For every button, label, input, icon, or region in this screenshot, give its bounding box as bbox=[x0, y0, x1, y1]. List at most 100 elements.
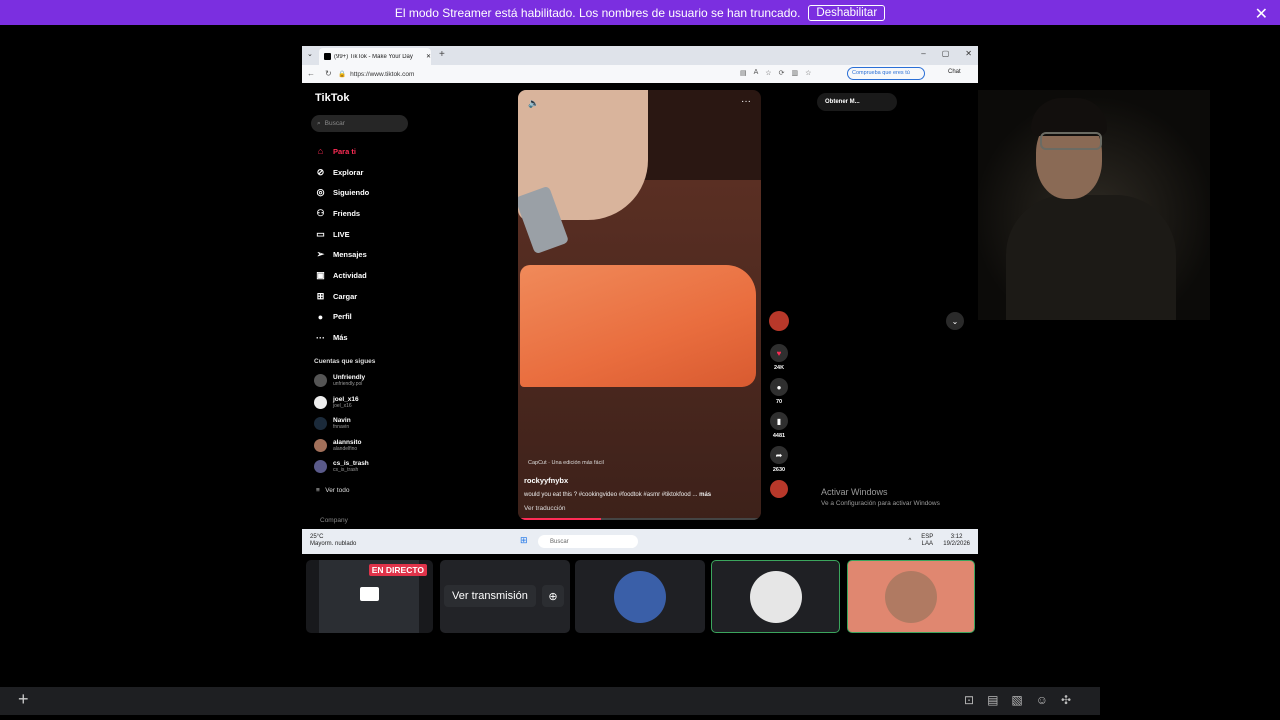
upload-icon: ⊞ bbox=[316, 290, 325, 301]
video-author[interactable]: rockyyfnybx bbox=[524, 476, 568, 485]
favorites-icon[interactable]: ☆ bbox=[805, 69, 811, 77]
obtener-label: Obtener M... bbox=[825, 99, 860, 105]
get-app-button[interactable]: Obtener M... bbox=[817, 93, 897, 111]
home-icon: ⌂ bbox=[317, 146, 324, 157]
verify-button[interactable]: Comprueba que eres tú bbox=[847, 67, 925, 80]
taskbar-search[interactable]: Buscar bbox=[538, 535, 638, 548]
language-indicator[interactable]: ESP LAA bbox=[921, 534, 933, 548]
refresh-icon[interactable]: ↻ bbox=[325, 69, 332, 78]
new-tab-icon[interactable]: + bbox=[439, 49, 445, 60]
browser-tab-bar: ⌄ (99+) TikTok - Make Your Day ✕ + – ▢ ✕ bbox=[302, 46, 978, 65]
window-close-icon[interactable]: ✕ bbox=[965, 49, 972, 58]
music-disc[interactable] bbox=[770, 480, 788, 498]
menu-item-mas[interactable]: ··· Más bbox=[315, 327, 369, 348]
emoji-icon[interactable]: ☺ bbox=[1036, 693, 1048, 707]
extension-icon[interactable]: ⟳ bbox=[779, 69, 785, 77]
account-item[interactable]: alannsito alandelfino bbox=[314, 439, 362, 452]
account-handle: fnnavin bbox=[333, 424, 350, 430]
stream-tile[interactable]: EN DIRECTO bbox=[306, 560, 433, 633]
progress-fill bbox=[518, 518, 601, 520]
add-icon[interactable]: + bbox=[18, 689, 29, 710]
menu-item-actividad[interactable]: ▣ Actividad bbox=[315, 265, 369, 286]
profile-icon: ● bbox=[317, 311, 324, 322]
clock-date: 19/2/2026 bbox=[943, 541, 970, 547]
tab-close-icon[interactable]: ✕ bbox=[426, 53, 431, 60]
chevron-down-icon[interactable]: ⌄ bbox=[946, 312, 964, 330]
streamer-mode-banner: El modo Streamer está habilitado. Los no… bbox=[0, 0, 1280, 25]
gif-icon[interactable]: ▤ bbox=[987, 693, 998, 707]
menu-item-friends[interactable]: ⚇ Friends bbox=[315, 203, 369, 224]
creator-avatar[interactable] bbox=[769, 311, 789, 331]
menu-label: Explorar bbox=[333, 167, 364, 177]
menu-label: Cargar bbox=[333, 291, 358, 301]
disable-button[interactable]: Deshabilitar bbox=[808, 4, 886, 21]
lang-primary: ESP bbox=[921, 534, 934, 540]
account-item[interactable]: cs_is_trash cs_is_trash bbox=[314, 460, 369, 473]
star-icon[interactable]: ☆ bbox=[765, 69, 771, 77]
weather-widget[interactable]: 25°C Mayorm. nublado bbox=[310, 534, 356, 548]
avatar bbox=[314, 417, 327, 430]
participant-tile[interactable] bbox=[847, 560, 975, 633]
popout-icon[interactable]: ⊕ bbox=[542, 585, 564, 607]
copilot-chat-button[interactable]: Chat bbox=[948, 69, 961, 75]
reader-icon[interactable]: ▤ bbox=[740, 69, 747, 77]
menu-label: Más bbox=[333, 333, 348, 343]
participant-tile[interactable] bbox=[575, 560, 705, 633]
tab-menu-icon[interactable]: ⌄ bbox=[307, 50, 313, 58]
avatar bbox=[749, 570, 802, 623]
chevron-up-icon[interactable]: ^ bbox=[908, 538, 911, 545]
weather-temp: 25°C bbox=[310, 534, 324, 540]
watch-stream-button[interactable]: Ver transmisión bbox=[444, 585, 536, 607]
menu-item-live[interactable]: ▭ LIVE bbox=[315, 224, 369, 245]
tiktok-logo[interactable]: TikTok bbox=[315, 92, 349, 104]
translate-icon[interactable]: A bbox=[754, 69, 759, 77]
capcut-tag[interactable]: CapCut · Una edición más fácil bbox=[528, 460, 604, 466]
translate-link[interactable]: Ver traducción bbox=[524, 505, 566, 512]
video-description: would you eat this ? #cookingvideo #food… bbox=[524, 492, 711, 498]
menu-item-cargar[interactable]: ⊞ Cargar bbox=[315, 286, 369, 307]
menu-item-explorar[interactable]: ⊘ Explorar bbox=[315, 162, 369, 183]
see-all-link[interactable]: ≡ Ver todo bbox=[316, 487, 349, 494]
account-item[interactable]: Navin fnnavin bbox=[314, 417, 351, 430]
live-icon: ▭ bbox=[316, 228, 325, 239]
avatar bbox=[314, 374, 327, 387]
browser-tab[interactable]: (99+) TikTok - Make Your Day ✕ bbox=[319, 48, 431, 65]
participant-tile[interactable] bbox=[711, 560, 840, 633]
person-glasses bbox=[1040, 132, 1102, 150]
back-icon[interactable]: ← bbox=[307, 69, 315, 78]
account-item[interactable]: Unfriendly unfriendly.pol bbox=[314, 374, 365, 387]
live-badge: EN DIRECTO bbox=[368, 564, 427, 576]
video-progress-bar[interactable] bbox=[518, 518, 761, 520]
menu-item-mensajes[interactable]: ➢ Mensajes bbox=[315, 244, 369, 265]
save-button[interactable]: ▮ bbox=[770, 412, 788, 430]
volume-icon[interactable]: 🔈 bbox=[528, 98, 539, 109]
sticker-icon[interactable]: ▧ bbox=[1011, 693, 1022, 707]
menu-item-perfil[interactable]: ● Perfil bbox=[315, 307, 369, 328]
search-input[interactable]: ⌕ Buscar bbox=[311, 115, 408, 132]
account-name: alannsito bbox=[333, 439, 362, 446]
menu-item-para-ti[interactable]: ⌂ Para ti bbox=[315, 141, 369, 162]
gift-icon[interactable]: ⊡ bbox=[964, 693, 974, 707]
clock[interactable]: 3:12 19/2/2026 bbox=[943, 534, 970, 548]
account-item[interactable]: joel_x16 joel_x16 bbox=[314, 396, 359, 409]
windows-start-icon[interactable]: ⊞ bbox=[520, 535, 528, 546]
like-count: 24K bbox=[773, 365, 785, 371]
menu-item-siguiendo[interactable]: ◎ Siguiendo bbox=[315, 182, 370, 203]
minimize-icon[interactable]: – bbox=[921, 49, 925, 58]
heart-icon: ♥ bbox=[776, 348, 782, 358]
maximize-icon[interactable]: ▢ bbox=[942, 49, 950, 58]
close-icon[interactable]: ✕ bbox=[1255, 4, 1268, 24]
person-torso bbox=[1006, 195, 1176, 320]
split-icon[interactable]: ▥ bbox=[791, 69, 798, 77]
share-button[interactable]: ➦ bbox=[770, 446, 788, 464]
video-player[interactable]: 🔈 ··· CapCut · Una edición más fácil roc… bbox=[518, 90, 761, 520]
messages-icon: ➢ bbox=[316, 249, 325, 260]
company-link[interactable]: Company bbox=[320, 517, 348, 524]
more-options-icon[interactable]: ··· bbox=[741, 96, 751, 107]
activate-title: Activar Windows bbox=[821, 487, 888, 497]
comment-button[interactable]: ● bbox=[770, 378, 788, 396]
avatar bbox=[314, 460, 327, 473]
like-button[interactable]: ♥ bbox=[770, 344, 788, 362]
apps-icon[interactable]: ✣ bbox=[1061, 693, 1071, 707]
more-link[interactable]: más bbox=[699, 492, 711, 498]
